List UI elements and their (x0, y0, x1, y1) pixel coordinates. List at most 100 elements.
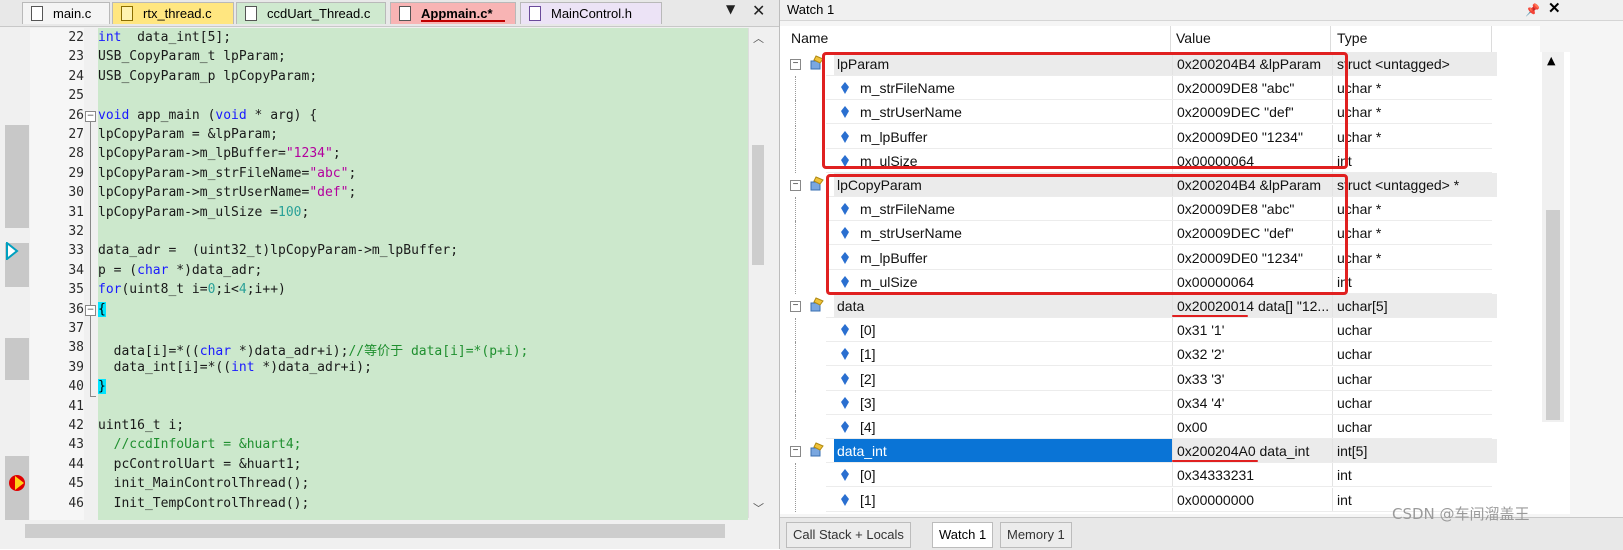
code-line[interactable]: Init_TempControlThread(); (98, 496, 310, 511)
collapse-toggle-icon[interactable]: − (790, 446, 801, 458)
watch-row-child[interactable]: [4] 0x00 uchar (780, 415, 1570, 439)
collapse-toggle-icon[interactable]: − (790, 301, 801, 312)
code-token: ; (332, 146, 341, 162)
watch-value[interactable]: 0x31 '1' (1172, 318, 1335, 343)
chevron-down-icon[interactable]: ▼ (726, 2, 735, 16)
code-line[interactable]: USB_CopyParam_p lpCopyParam; (98, 69, 317, 84)
editor-marker-column[interactable] (5, 28, 29, 538)
editor-tab-bar: main.c rtx_thread.c ccdUart_Thread.c App… (0, 0, 804, 27)
watch-type: struct <untagged> * (1332, 173, 1497, 197)
code-brace-token: { (98, 301, 106, 317)
watch-value[interactable]: 0x00000000 (1172, 487, 1335, 512)
watch-type: struct <untagged> (1332, 52, 1497, 76)
line-number: 34 (68, 262, 84, 278)
tree-line (795, 245, 797, 270)
watch-value[interactable]: 0x34 '4' (1172, 390, 1335, 415)
column-header-value[interactable]: Value (1176, 30, 1211, 46)
tree-line (795, 342, 797, 367)
tab-rtx-thread-c[interactable]: rtx_thread.c (112, 2, 234, 24)
code-line[interactable]: lpCopyParam->m_strUserName="def"; (98, 185, 356, 200)
tab-ccduart-thread-c[interactable]: ccdUart_Thread.c (236, 2, 386, 24)
watch-row-child[interactable]: [2] 0x33 '3' uchar (780, 366, 1570, 391)
editor-vertical-scrollbar[interactable]: ︿ ﹀ (748, 28, 769, 518)
code-line[interactable]: lpCopyParam->m_ulSize =100; (98, 205, 309, 220)
tab-appmain-c[interactable]: Appmain.c* (390, 2, 516, 24)
code-str-token: "abc" (309, 165, 349, 181)
watch-row-child[interactable]: [1] 0x32 '2' uchar (780, 342, 1570, 367)
watch-value[interactable]: 0x33 '3' (1172, 366, 1335, 391)
column-separator[interactable] (1330, 26, 1331, 52)
code-line[interactable]: { (98, 301, 106, 317)
code-line[interactable]: USB_CopyParam_t lpParam; (98, 49, 286, 64)
tab-memory-1[interactable]: Memory 1 (1000, 522, 1072, 548)
column-separator[interactable] (1170, 26, 1171, 52)
collapse-toggle-icon[interactable]: − (790, 59, 801, 70)
tab-main-c[interactable]: main.c (22, 2, 110, 24)
watch-row-child[interactable]: [0] 0x34333231 int (780, 463, 1570, 488)
watch-type: uchar * (1332, 197, 1497, 222)
tab-label: MainControl.h (551, 6, 632, 21)
watch-name: [2] (860, 370, 876, 387)
code-line[interactable]: p = (char *)data_adr; (98, 263, 262, 278)
column-separator[interactable] (1491, 26, 1492, 52)
fold-toggle-icon[interactable]: − (85, 305, 96, 316)
watch-value[interactable]: 0x32 '2' (1172, 342, 1335, 367)
code-editor[interactable]: int data_int[5]; USB_CopyParam_t lpParam;… (98, 28, 748, 538)
scroll-up-icon[interactable]: ▲ (1547, 54, 1555, 67)
code-str-token: "def" (309, 185, 349, 201)
fold-line (90, 396, 96, 397)
watch-value[interactable]: 0x00 (1172, 415, 1335, 439)
code-token: USB_CopyParam_p lpCopyParam; (98, 68, 318, 84)
code-token: lpCopyParam->m_strUserName= (98, 185, 310, 201)
code-line[interactable]: lpCopyParam->m_strFileName="abc"; (98, 166, 356, 181)
watch-value[interactable]: 0x34333231 (1172, 463, 1335, 488)
code-line[interactable]: void app_main (void * arg) { (98, 108, 317, 123)
editor-scroll-thumb[interactable] (752, 145, 764, 265)
code-token: lpCopyParam->m_ulSize = (98, 204, 279, 220)
code-kw-token: char (137, 262, 169, 278)
code-line[interactable]: lpCopyParam = &lpParam; (98, 127, 278, 142)
scroll-down-icon[interactable]: ﹀ (753, 500, 764, 516)
tab-call-stack-locals[interactable]: Call Stack + Locals (786, 522, 911, 548)
watch-row-child[interactable]: [3] 0x34 '4' uchar (780, 390, 1570, 415)
watch-type: uchar * (1332, 124, 1497, 149)
watch-name: [4] (860, 419, 876, 435)
watch-type: int (1332, 463, 1497, 488)
annotation-underline-data (1172, 315, 1248, 317)
tree-line (795, 100, 797, 125)
code-kw-token: int (98, 30, 122, 45)
code-line[interactable]: //ccdInfoUart = &huart4; (98, 437, 302, 452)
code-kw-token: char (199, 344, 232, 360)
code-line[interactable]: init_MainControlThread(); (98, 476, 310, 491)
watch-scroll-thumb[interactable] (1546, 210, 1560, 420)
code-line[interactable]: } (98, 379, 106, 395)
close-icon[interactable]: ✕ (752, 1, 765, 20)
column-header-type[interactable]: Type (1337, 30, 1367, 46)
close-icon[interactable]: ✕ (1548, 0, 1561, 19)
code-line[interactable]: data[i]=*((char *)data_adr+i);//等价于 data… (98, 340, 529, 360)
tree-line (795, 366, 797, 391)
code-line[interactable]: pcControlUart = &huart1; (98, 457, 302, 472)
code-token: data[i]=*(( (98, 344, 200, 360)
watch-row-child[interactable]: [0] 0x31 '1' uchar (780, 318, 1570, 343)
fold-toggle-icon[interactable]: − (85, 111, 96, 122)
code-line[interactable]: data_adr = (uint32_t)lpCopyParam->m_lpBu… (98, 243, 458, 258)
code-line[interactable]: lpCopyParam->m_lpBuffer="1234"; (98, 146, 341, 161)
code-line[interactable]: int data_int[5]; (98, 30, 231, 45)
code-line[interactable]: for(uint8_t i=0;i<4;i++) (98, 282, 286, 297)
scroll-up-icon[interactable]: ︿ (753, 30, 764, 46)
code-num-token: 4 (238, 282, 247, 298)
header-file-icon (529, 6, 541, 21)
column-header-name[interactable]: Name (791, 30, 828, 46)
tree-line (795, 76, 797, 101)
editor-hscroll-thumb[interactable] (25, 524, 725, 538)
pin-icon[interactable]: 📌 (1525, 0, 1540, 20)
watch-type: uchar (1332, 366, 1497, 391)
tab-maincontrol-h[interactable]: MainControl.h (520, 2, 662, 24)
tab-watch-1[interactable]: Watch 1 (932, 522, 994, 548)
code-line[interactable]: data_int[i]=*((int *)data_adr+i); (98, 360, 372, 375)
code-line[interactable]: uint16_t i; (98, 418, 184, 433)
line-number: 22 (68, 30, 84, 45)
code-token: p = ( (98, 262, 138, 278)
collapse-toggle-icon[interactable]: − (790, 180, 801, 191)
